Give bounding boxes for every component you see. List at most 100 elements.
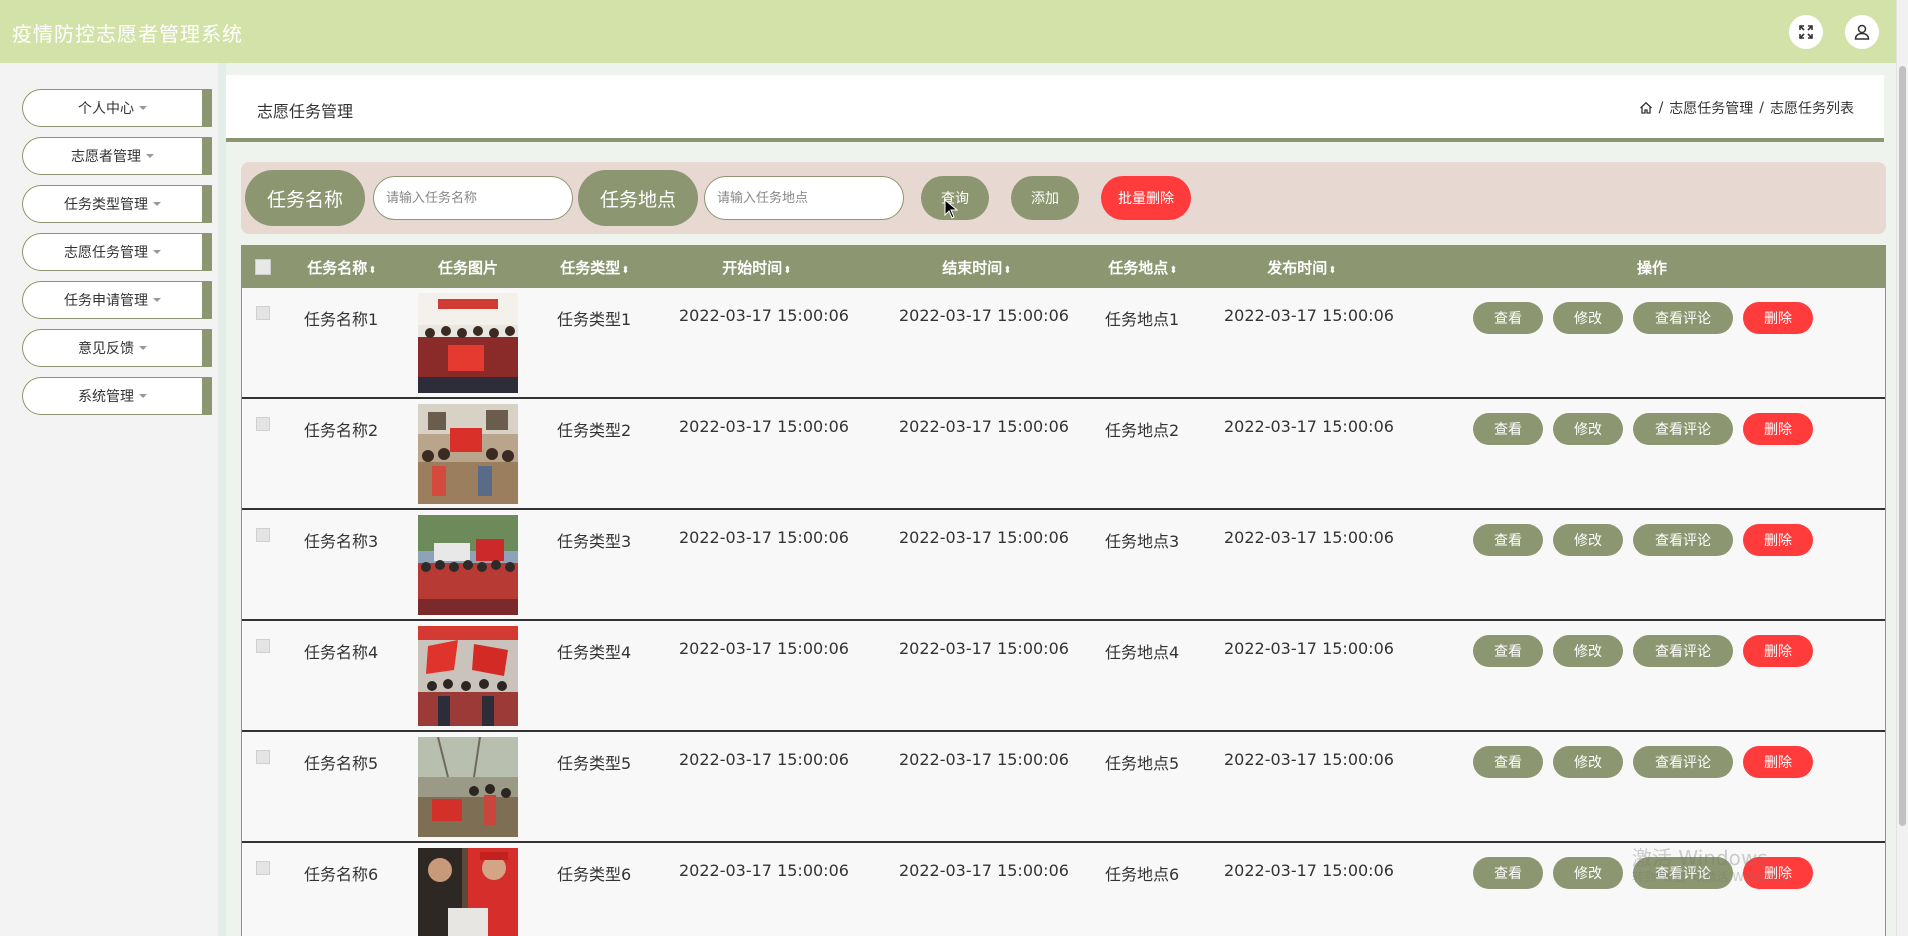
sidebar-item-volunteer-management[interactable]: 志愿者管理 bbox=[22, 137, 212, 175]
delete-button[interactable]: 删除 bbox=[1743, 413, 1813, 445]
published-time-cell: 2022-03-17 15:00:06 bbox=[1224, 750, 1394, 769]
row-checkbox[interactable] bbox=[256, 528, 270, 542]
published-time-cell: 2022-03-17 15:00:06 bbox=[1224, 528, 1394, 547]
row-checkbox[interactable] bbox=[256, 750, 270, 764]
delete-button[interactable]: 删除 bbox=[1743, 635, 1813, 667]
column-header-name[interactable]: 任务名称⬍ bbox=[307, 257, 376, 278]
view-comments-button[interactable]: 查看评论 bbox=[1633, 746, 1733, 778]
view-comments-button[interactable]: 查看评论 bbox=[1633, 302, 1733, 334]
select-all-checkbox[interactable] bbox=[255, 259, 271, 275]
view-button[interactable]: 查看 bbox=[1473, 524, 1543, 556]
task-name-input[interactable] bbox=[373, 176, 573, 220]
task-location-label: 任务地点 bbox=[578, 170, 698, 226]
breadcrumb-bar: 志愿任务管理 / 志愿任务管理 / 志愿任务列表 bbox=[226, 75, 1884, 142]
sidebar-item-task-application-management[interactable]: 任务申请管理 bbox=[22, 281, 212, 319]
task-location-cell: 任务地点5 bbox=[1105, 754, 1180, 773]
caret-down-icon bbox=[139, 394, 147, 398]
add-button[interactable]: 添加 bbox=[1011, 176, 1079, 220]
task-image bbox=[418, 737, 518, 837]
fullscreen-icon[interactable] bbox=[1789, 15, 1823, 49]
sidebar-item-task-type-management[interactable]: 任务类型管理 bbox=[22, 185, 212, 223]
sidebar-item-label: 系统管理 bbox=[78, 389, 134, 405]
task-location-input[interactable] bbox=[704, 176, 904, 220]
table-row: 任务名称6 任务类型6 2022-03-17 15:00:06 2022-03-… bbox=[242, 843, 1885, 936]
edit-button[interactable]: 修改 bbox=[1553, 302, 1623, 334]
published-time-cell: 2022-03-17 15:00:06 bbox=[1224, 306, 1394, 325]
edit-button[interactable]: 修改 bbox=[1553, 635, 1623, 667]
sidebar-item-volunteer-task-management[interactable]: 志愿任务管理 bbox=[22, 233, 212, 271]
column-header-start[interactable]: 开始时间⬍ bbox=[722, 257, 791, 278]
sort-icon: ⬍ bbox=[1169, 265, 1178, 276]
task-image bbox=[418, 515, 518, 615]
start-time-cell: 2022-03-17 15:00:06 bbox=[679, 306, 849, 325]
task-type-cell: 任务类型2 bbox=[557, 421, 632, 440]
start-time-cell: 2022-03-17 15:00:06 bbox=[679, 528, 849, 547]
task-name-cell: 任务名称6 bbox=[304, 865, 379, 884]
sidebar-item-personal-center[interactable]: 个人中心 bbox=[22, 89, 212, 127]
delete-button[interactable]: 删除 bbox=[1743, 857, 1813, 889]
view-button[interactable]: 查看 bbox=[1473, 302, 1543, 334]
published-time-cell: 2022-03-17 15:00:06 bbox=[1224, 417, 1394, 436]
batch-delete-button[interactable]: 批量删除 bbox=[1101, 176, 1191, 220]
delete-button[interactable]: 删除 bbox=[1743, 746, 1813, 778]
row-checkbox[interactable] bbox=[256, 306, 270, 320]
end-time-cell: 2022-03-17 15:00:06 bbox=[899, 306, 1069, 325]
sort-icon: ⬍ bbox=[1003, 265, 1012, 276]
view-comments-button[interactable]: 查看评论 bbox=[1633, 524, 1733, 556]
view-button[interactable]: 查看 bbox=[1473, 635, 1543, 667]
column-header-location[interactable]: 任务地点⬍ bbox=[1108, 257, 1177, 278]
start-time-cell: 2022-03-17 15:00:06 bbox=[679, 750, 849, 769]
table-row: 任务名称2 任务类型2 2022-03-17 15:00:06 2022-03- bbox=[242, 399, 1885, 510]
app-title: 疫情防控志愿者管理系统 bbox=[12, 22, 243, 46]
sidebar-item-label: 志愿任务管理 bbox=[64, 245, 148, 261]
query-button[interactable]: 查询 bbox=[921, 176, 989, 220]
sort-icon: ⬍ bbox=[621, 265, 630, 276]
sidebar-item-label: 任务类型管理 bbox=[64, 197, 148, 213]
edit-button[interactable]: 修改 bbox=[1553, 524, 1623, 556]
row-checkbox[interactable] bbox=[256, 639, 270, 653]
caret-down-icon bbox=[153, 202, 161, 206]
task-name-cell: 任务名称4 bbox=[304, 643, 379, 662]
task-name-label: 任务名称 bbox=[245, 170, 365, 226]
view-button[interactable]: 查看 bbox=[1473, 857, 1543, 889]
view-button[interactable]: 查看 bbox=[1473, 413, 1543, 445]
column-header-published[interactable]: 发布时间⬍ bbox=[1267, 257, 1336, 278]
column-header-type[interactable]: 任务类型⬍ bbox=[560, 257, 629, 278]
delete-button[interactable]: 删除 bbox=[1743, 524, 1813, 556]
breadcrumb-item-task-management[interactable]: 志愿任务管理 bbox=[1669, 98, 1753, 118]
delete-button[interactable]: 删除 bbox=[1743, 302, 1813, 334]
task-name-cell: 任务名称2 bbox=[304, 421, 379, 440]
published-time-cell: 2022-03-17 15:00:06 bbox=[1224, 861, 1394, 880]
view-button[interactable]: 查看 bbox=[1473, 746, 1543, 778]
view-comments-button[interactable]: 查看评论 bbox=[1633, 413, 1733, 445]
task-type-cell: 任务类型3 bbox=[557, 532, 632, 551]
edit-button[interactable]: 修改 bbox=[1553, 857, 1623, 889]
table-header: 任务名称⬍ 任务图片 任务类型⬍ 开始时间⬍ 结束时间⬍ 任务地点⬍ 发布时间⬍… bbox=[242, 245, 1885, 288]
column-header-end[interactable]: 结束时间⬍ bbox=[942, 257, 1011, 278]
column-header-actions: 操作 bbox=[1636, 259, 1668, 277]
row-checkbox[interactable] bbox=[256, 861, 270, 875]
sidebar: 个人中心 志愿者管理 任务类型管理 志愿任务管理 任务申请管理 意见反馈 系统管… bbox=[0, 63, 226, 936]
scrollbar-thumb[interactable] bbox=[1899, 66, 1906, 826]
end-time-cell: 2022-03-17 15:00:06 bbox=[899, 750, 1069, 769]
end-time-cell: 2022-03-17 15:00:06 bbox=[899, 417, 1069, 436]
home-icon[interactable] bbox=[1639, 101, 1653, 115]
task-type-cell: 任务类型1 bbox=[557, 310, 632, 329]
user-icon[interactable] bbox=[1845, 15, 1879, 49]
page-scrollbar[interactable] bbox=[1896, 0, 1908, 936]
edit-button[interactable]: 修改 bbox=[1553, 746, 1623, 778]
task-name-cell: 任务名称3 bbox=[304, 532, 379, 551]
table-row: 任务名称3 任务类型3 2022-03-17 15:00:06 2022-03- bbox=[242, 510, 1885, 621]
edit-button[interactable]: 修改 bbox=[1553, 413, 1623, 445]
end-time-cell: 2022-03-17 15:00:06 bbox=[899, 861, 1069, 880]
top-bar: 疫情防控志愿者管理系统 bbox=[0, 0, 1908, 63]
sidebar-item-system-management[interactable]: 系统管理 bbox=[22, 377, 212, 415]
sort-icon: ⬍ bbox=[1328, 265, 1337, 276]
view-comments-button[interactable]: 查看评论 bbox=[1633, 635, 1733, 667]
row-checkbox[interactable] bbox=[256, 417, 270, 431]
view-comments-button[interactable]: 查看评论 bbox=[1633, 857, 1733, 889]
sidebar-item-feedback[interactable]: 意见反馈 bbox=[22, 329, 212, 367]
main-content: 志愿任务管理 / 志愿任务管理 / 志愿任务列表 任务名称 任务地点 查询 添加… bbox=[226, 63, 1896, 936]
task-image bbox=[418, 293, 518, 393]
sidebar-item-label: 意见反馈 bbox=[78, 341, 134, 357]
